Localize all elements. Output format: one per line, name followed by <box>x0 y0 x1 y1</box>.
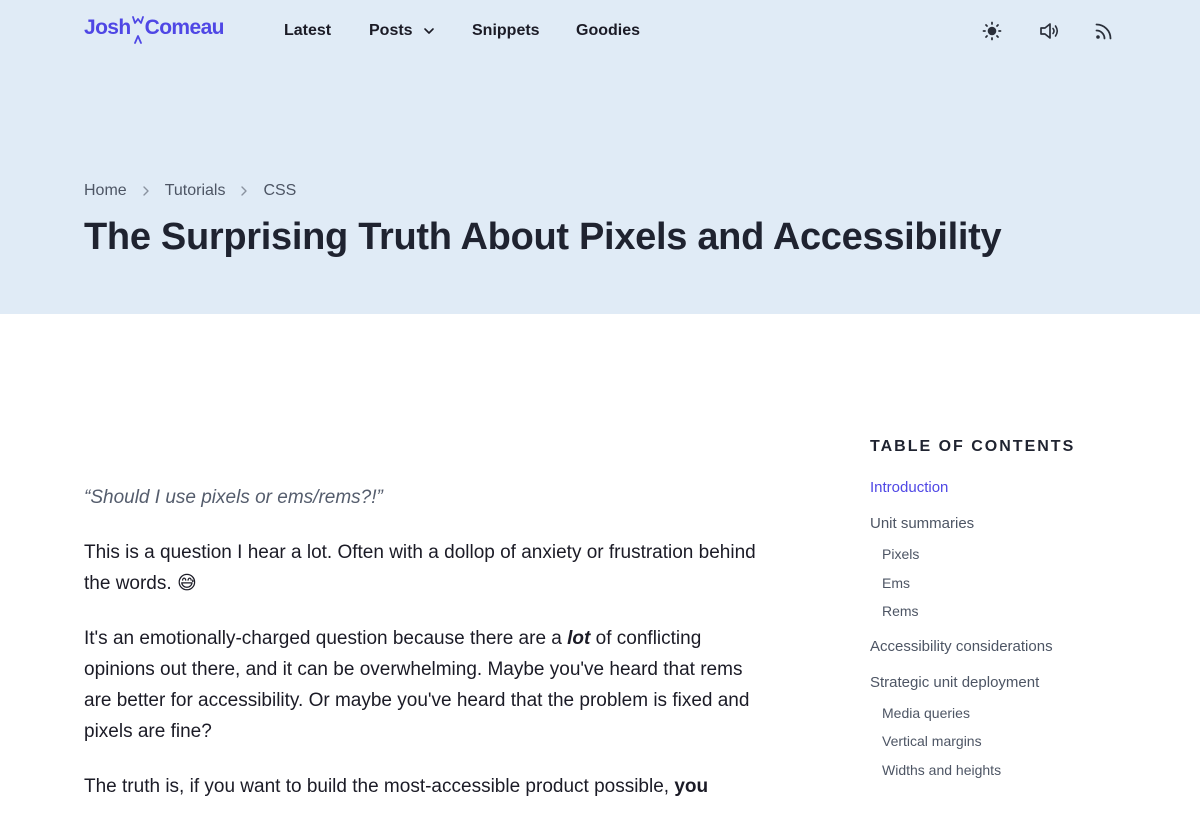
breadcrumb-home[interactable]: Home <box>84 182 127 200</box>
sound-toggle-button[interactable] <box>1038 19 1062 43</box>
strong-text: you <box>674 776 709 797</box>
nav-posts-label: Posts <box>369 22 413 39</box>
chevron-down-icon <box>423 28 434 34</box>
sun-icon <box>982 21 1002 41</box>
paragraph-text: The truth is, if you want to build the m… <box>84 776 670 797</box>
toc-link-strategic-deployment[interactable]: Strategic unit deployment <box>870 673 1170 704</box>
logo-first-name: Josh <box>84 16 131 39</box>
page-title: The Surprising Truth About Pixels and Ac… <box>84 216 1002 258</box>
toc-link-rems[interactable]: Rems <box>870 602 1170 631</box>
toc-link-widths-heights[interactable]: Widths and heights <box>870 761 1170 790</box>
table-of-contents: TABLE OF CONTENTS Introduction Unit summ… <box>870 438 1170 789</box>
chevron-right-icon <box>142 186 149 196</box>
paragraph-text: It's an emotionally-charged question bec… <box>84 628 562 649</box>
toc-link-pixels[interactable]: Pixels <box>870 545 1170 574</box>
toc-link-unit-summaries[interactable]: Unit summaries <box>870 514 1170 545</box>
theme-toggle-button[interactable] <box>980 19 1004 43</box>
article-pull-quote: “Should I use pixels or ems/rems?!” <box>84 487 383 508</box>
nav-latest[interactable]: Latest <box>284 22 331 40</box>
nav-posts[interactable]: Posts <box>369 22 435 40</box>
logo-last-name: Comeau <box>144 16 225 39</box>
article-body: “Should I use pixels or ems/rems?!” This… <box>84 482 774 826</box>
grinning-sweat-emoji: 😅 <box>176 573 197 594</box>
article-paragraph: It's an emotionally-charged question bec… <box>84 623 774 747</box>
article-paragraph: This is a question I hear a lot. Often w… <box>84 537 774 599</box>
speaker-icon <box>1040 23 1059 39</box>
breadcrumb-css[interactable]: CSS <box>263 182 296 200</box>
toc-link-introduction[interactable]: Introduction <box>870 478 1170 514</box>
toc-link-ems[interactable]: Ems <box>870 574 1170 603</box>
breadcrumb-tutorials[interactable]: Tutorials <box>165 182 226 200</box>
nav-snippets[interactable]: Snippets <box>472 22 540 40</box>
breadcrumb: Home Tutorials CSS <box>84 180 296 202</box>
site-logo[interactable]: Josh Comeau <box>84 14 224 48</box>
logo-mark-icon <box>131 16 144 44</box>
rss-button[interactable] <box>1092 19 1116 43</box>
chevron-right-icon <box>241 186 248 196</box>
toc-link-vertical-margins[interactable]: Vertical margins <box>870 732 1170 761</box>
toc-link-media-queries[interactable]: Media queries <box>870 704 1170 733</box>
article-paragraph: The truth is, if you want to build the m… <box>84 771 774 802</box>
rss-icon <box>1095 23 1112 40</box>
site-header: Josh Comeau Latest Posts Snippets Goodie… <box>0 0 1200 314</box>
toc-heading: TABLE OF CONTENTS <box>870 438 1076 455</box>
toc-link-accessibility[interactable]: Accessibility considerations <box>870 637 1170 673</box>
emphasis-text: lot <box>567 628 591 649</box>
nav-goodies[interactable]: Goodies <box>576 22 640 40</box>
